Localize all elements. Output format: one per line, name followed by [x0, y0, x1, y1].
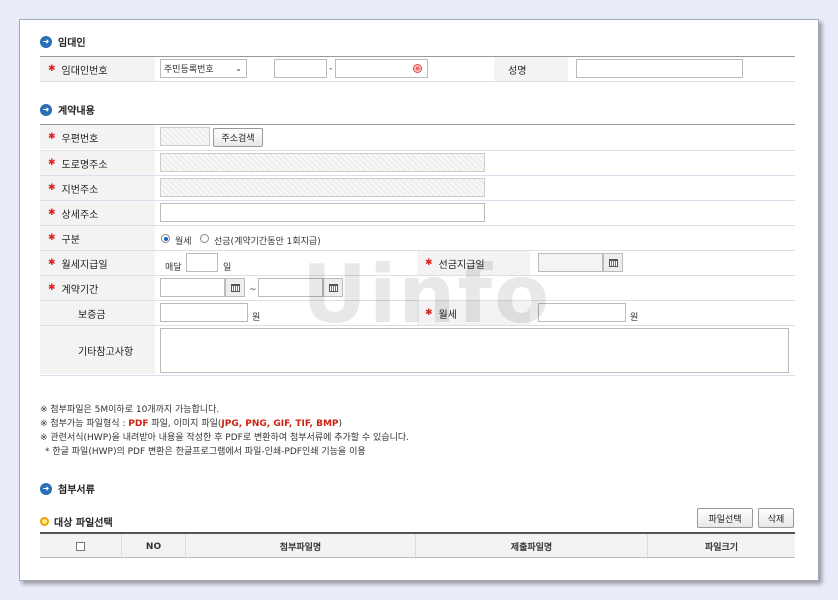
column-header: 제출파일명 [416, 534, 648, 559]
bullet-icon [40, 517, 49, 526]
arrow-circle-icon: ➜ [40, 103, 52, 116]
section-landlord: ➜ 임대인 [40, 34, 86, 49]
lot-address-label: ✱ 지번주소 [40, 176, 155, 200]
notes-label: 기타참고사항 [40, 326, 155, 374]
divider [40, 375, 795, 376]
calendar-icon [328, 283, 338, 292]
required-icon: ✱ [48, 183, 56, 193]
address-search-button[interactable]: 주소검색 [213, 128, 263, 147]
rent-label: ✱ 월세 [417, 301, 530, 325]
type-label: ✱ 구분 [40, 226, 155, 250]
calendar-button[interactable] [603, 253, 623, 272]
select-all-cell [40, 534, 122, 559]
deposit-input[interactable] [160, 303, 248, 322]
name-input[interactable] [576, 59, 743, 78]
column-header: 첨부파일명 [186, 534, 416, 559]
arrow-circle-icon: ➜ [40, 35, 52, 48]
section-attachments: ➜ 첨부서류 [40, 481, 95, 496]
type-radio-monthly[interactable] [161, 234, 170, 243]
monthly-payday-label: ✱ 월세지급일 [40, 251, 155, 275]
period-end-input[interactable] [258, 278, 323, 297]
monthly-day-input[interactable] [186, 253, 218, 272]
note-line: * 한글 파일(HWP)의 PDF 변환은 한글프로그램에서 파일-인쇄-PDF… [45, 447, 366, 457]
id-front-input[interactable] [274, 59, 327, 78]
file-table-header: NO 첨부파일명 제출파일명 파일크기 [40, 532, 795, 559]
chevron-down-icon: ⌄ [235, 64, 242, 73]
landlord-id-label: ✱ 임대인번호 [40, 57, 155, 81]
rent-input[interactable] [538, 303, 626, 322]
rent-unit: 원 [630, 313, 639, 323]
keypad-icon[interactable] [413, 64, 422, 73]
period-separator: ~ [249, 285, 257, 295]
type-radio-prepay[interactable] [200, 234, 209, 243]
note-line: ※ 첨부가능 파일형식 : PDF 파일, 이미지 파일(JPG, PNG, G… [40, 419, 343, 429]
note-line: ※ 첨부파일은 5M이하로 10개까지 가능합니다. [40, 405, 220, 415]
id-type-select[interactable]: 주민등록번호 ⌄ [160, 59, 247, 78]
required-icon: ✱ [48, 64, 56, 74]
required-icon: ✱ [48, 258, 56, 268]
required-icon: ✱ [425, 308, 433, 318]
detail-address-input[interactable] [160, 203, 485, 222]
prepay-date-label: ✱ 선금지급일 [417, 251, 530, 275]
name-label: 성명 [494, 57, 568, 81]
period-start-input[interactable] [160, 278, 225, 297]
note-line: ※ 관련서식(HWP)을 내려받아 내용을 작성한 후 PDF로 변환하여 첨부… [40, 433, 410, 443]
required-icon: ✱ [48, 283, 56, 293]
required-icon: ✱ [48, 208, 56, 218]
deposit-unit: 원 [252, 313, 261, 323]
divider [40, 81, 795, 82]
section-contract: ➜ 계약내용 [40, 102, 95, 117]
lot-address-input [160, 178, 485, 197]
type-option-prepay: 선금(계약기간동안 1회지급) [214, 237, 321, 247]
id-separator: - [329, 64, 333, 74]
monthly-prefix: 매달 [165, 263, 182, 273]
period-label: ✱ 계약기간 [40, 276, 155, 300]
type-option-monthly: 월세 [175, 237, 192, 247]
file-target-title: 대상 파일선택 [40, 514, 113, 529]
form-panel: ➜ 임대인 ✱ 임대인번호 주민등록번호 ⌄ - 성명 ➜ 계약내용 ✱ 우편번호 … [19, 19, 819, 581]
road-address-label: ✱ 도로명주소 [40, 151, 155, 175]
monthly-suffix: 일 [223, 263, 232, 273]
notes-textarea[interactable] [160, 328, 789, 373]
file-delete-button[interactable]: 삭제 [758, 508, 794, 528]
calendar-icon [230, 283, 240, 292]
column-header: 파일크기 [704, 543, 739, 553]
calendar-button[interactable] [225, 278, 245, 297]
calendar-button[interactable] [323, 278, 343, 297]
select-all-checkbox[interactable] [76, 542, 85, 551]
deposit-label: 보증금 [40, 301, 155, 325]
column-header: NO [122, 534, 186, 559]
road-address-input [160, 153, 485, 172]
id-back-input[interactable] [335, 59, 428, 78]
required-icon: ✱ [48, 132, 56, 142]
zipcode-label: ✱ 우편번호 [40, 125, 155, 149]
required-icon: ✱ [48, 158, 56, 168]
arrow-circle-icon: ➜ [40, 482, 52, 495]
prepay-date-input [538, 253, 603, 272]
detail-address-label: ✱ 상세주소 [40, 201, 155, 225]
calendar-icon [608, 258, 618, 267]
required-icon: ✱ [425, 258, 433, 268]
zipcode-input [160, 127, 210, 146]
file-select-button[interactable]: 파일선택 [697, 508, 753, 528]
required-icon: ✱ [48, 233, 56, 243]
